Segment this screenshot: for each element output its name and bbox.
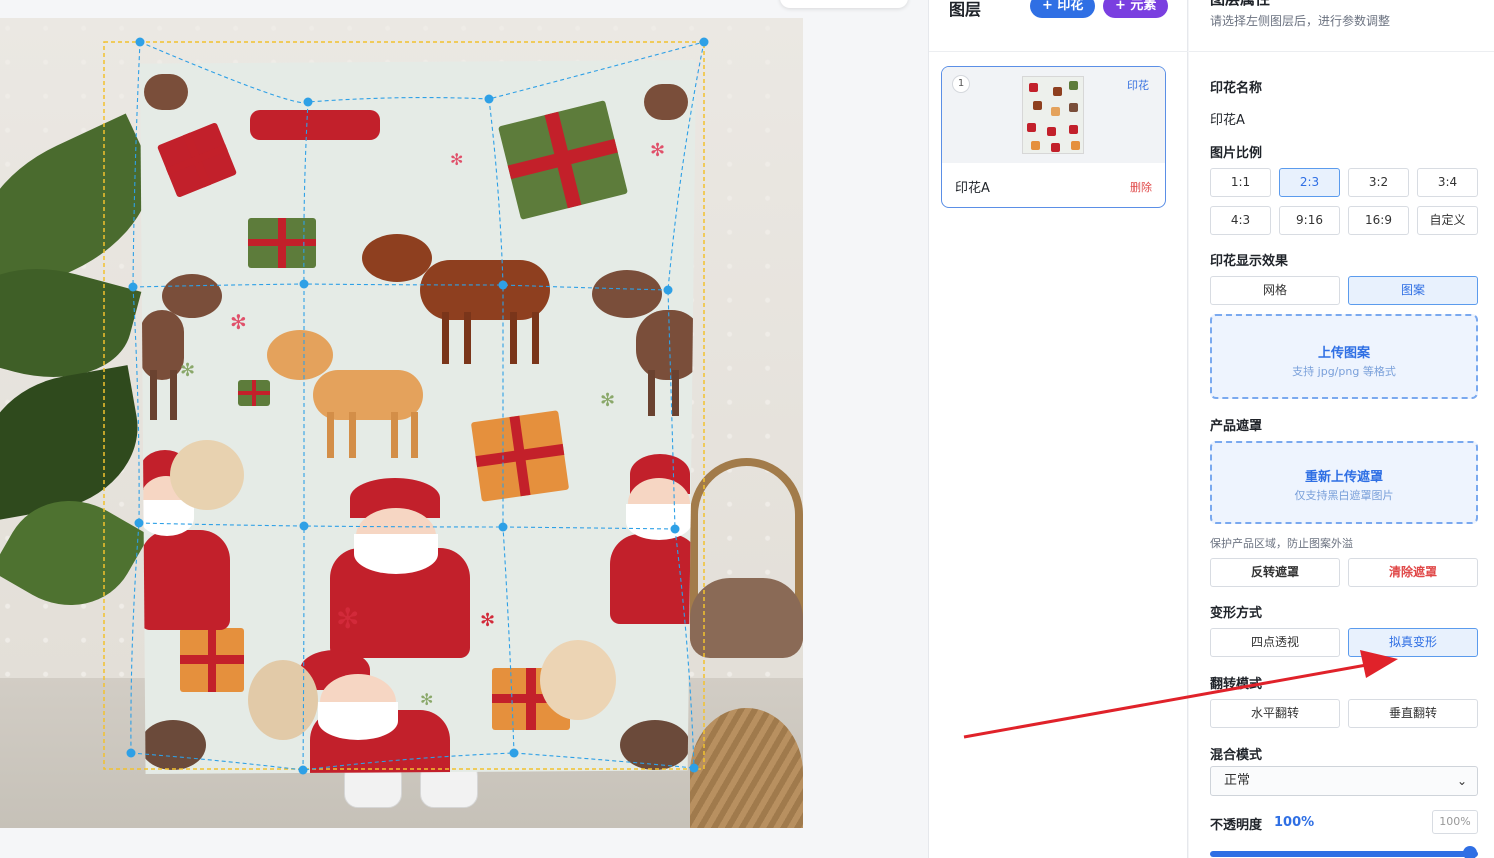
opacity-input[interactable]: 100% xyxy=(1432,810,1478,834)
snowflake-motif: ✻ xyxy=(336,602,360,635)
properties-panel: 图层属性 请选择左侧图层后，进行参数调整 印花名称 印花A 图片比例 1:1 2… xyxy=(1189,0,1494,858)
snowflake-motif: ✻ xyxy=(180,360,196,381)
warp-four-point-button[interactable]: 四点透视 xyxy=(1210,628,1340,657)
ratio-option[interactable]: 1:1 xyxy=(1210,168,1271,197)
display-grid-button[interactable]: 网格 xyxy=(1210,276,1340,305)
chevron-down-icon: ⌄ xyxy=(1456,774,1467,788)
reindeer-motif xyxy=(265,300,435,460)
mask-upload-subtitle: 仅支持黑白遮罩图片 xyxy=(1294,489,1394,502)
upload-pattern-title: 上传图案 xyxy=(1317,346,1370,361)
divider xyxy=(1189,51,1494,52)
display-effect-label: 印花显示效果 xyxy=(1210,254,1289,269)
santa-motif xyxy=(580,454,696,634)
santa-motif xyxy=(290,478,500,678)
mask-upload-title: 重新上传遮罩 xyxy=(1304,470,1383,485)
mask-upload-dropzone[interactable]: 重新上传遮罩 仅支持黑白遮罩图片 xyxy=(1210,441,1478,524)
layers-title: 图层 xyxy=(949,0,982,19)
layer-thumbnail xyxy=(1022,76,1084,154)
mask-note: 保护产品区域，防止图案外溢 xyxy=(1210,537,1353,550)
blend-mode-select[interactable]: 正常 ⌄ xyxy=(1210,766,1478,796)
divider xyxy=(929,51,1188,52)
warp-realistic-button[interactable]: 拟真变形 xyxy=(1348,628,1478,657)
snowflake-motif: ✻ xyxy=(420,690,434,709)
sack-motif xyxy=(248,660,318,740)
opacity-label: 不透明度 xyxy=(1210,818,1263,833)
upload-pattern-subtitle: 支持 jpg/png 等格式 xyxy=(1292,365,1396,378)
reindeer-motif xyxy=(140,60,200,120)
layer-type-tag: 印花 xyxy=(1127,79,1149,92)
ratio-option[interactable]: 3:2 xyxy=(1348,168,1409,197)
canvas-toolbar[interactable] xyxy=(780,0,908,8)
properties-title: 图层属性 xyxy=(1210,0,1270,9)
rattan-chair xyxy=(690,458,803,708)
display-pattern-button[interactable]: 图案 xyxy=(1348,276,1478,305)
ratio-option[interactable]: 3:4 xyxy=(1417,168,1478,197)
invert-mask-button[interactable]: 反转遮罩 xyxy=(1210,558,1340,587)
ratio-option[interactable]: 16:9 xyxy=(1348,206,1409,235)
gift-motif xyxy=(156,122,238,198)
warp-label: 变形方式 xyxy=(1210,606,1263,621)
app-root: ✻ ✻ ✻ ✻ ✻ ✻ ✻ ✻ 图层 + 印花 + 元素 1 印花 印花A 删除… xyxy=(0,0,1494,858)
print-name-label: 印花名称 xyxy=(1210,81,1263,96)
snowflake-motif: ✻ xyxy=(450,150,464,169)
reindeer-motif xyxy=(140,250,230,420)
snowflake-motif: ✻ xyxy=(480,610,496,631)
santa-motif xyxy=(250,100,380,160)
layer-item[interactable]: 1 印花 印花A 删除 xyxy=(941,66,1166,208)
woven-pouf xyxy=(690,708,803,828)
add-element-button[interactable]: + 元素 xyxy=(1103,0,1169,18)
ratio-option-custom[interactable]: 自定义 xyxy=(1417,206,1478,235)
ratio-option-selected[interactable]: 2:3 xyxy=(1279,168,1340,197)
print-name-value[interactable]: 印花A xyxy=(1210,109,1245,128)
snowflake-motif: ✻ xyxy=(650,140,666,161)
product-photo: ✻ ✻ ✻ ✻ ✻ ✻ ✻ ✻ xyxy=(0,18,803,828)
delete-layer-button[interactable]: 删除 xyxy=(1130,179,1152,195)
mask-label: 产品遮罩 xyxy=(1210,419,1263,434)
blend-label: 混合模式 xyxy=(1210,748,1263,763)
gift-motif xyxy=(248,218,316,268)
sack-motif xyxy=(540,640,616,720)
layers-panel: 图层 + 印花 + 元素 1 印花 印花A 删除 xyxy=(928,0,1188,858)
snowflake-motif: ✻ xyxy=(600,390,616,411)
flip-label: 翻转模式 xyxy=(1210,677,1263,692)
reindeer-motif xyxy=(610,700,696,774)
flip-horizontal-button[interactable]: 水平翻转 xyxy=(1210,699,1340,728)
ratio-option[interactable]: 4:3 xyxy=(1210,206,1271,235)
opacity-slider-thumb[interactable] xyxy=(1463,846,1477,858)
flip-vertical-button[interactable]: 垂直翻转 xyxy=(1348,699,1478,728)
upload-pattern-dropzone[interactable]: 上传图案 支持 jpg/png 等格式 xyxy=(1210,314,1478,399)
canvas-area[interactable]: ✻ ✻ ✻ ✻ ✻ ✻ ✻ ✻ xyxy=(0,0,928,858)
blanket-print[interactable]: ✻ ✻ ✻ ✻ ✻ ✻ ✻ ✻ xyxy=(140,60,696,774)
opacity-slider-track[interactable] xyxy=(1210,851,1478,857)
reindeer-motif xyxy=(140,700,210,774)
layer-name: 印花A xyxy=(955,181,990,196)
snowflake-motif: ✻ xyxy=(230,310,247,334)
layer-index: 1 xyxy=(952,75,970,93)
properties-hint: 请选择左侧图层后，进行参数调整 xyxy=(1210,14,1391,28)
opacity-value: 100% xyxy=(1274,815,1315,830)
ratio-option[interactable]: 9:16 xyxy=(1279,206,1340,235)
ratio-label: 图片比例 xyxy=(1210,146,1263,161)
blend-mode-value: 正常 xyxy=(1224,773,1251,788)
add-print-button[interactable]: + 印花 xyxy=(1030,0,1096,18)
clear-mask-button[interactable]: 清除遮罩 xyxy=(1348,558,1478,587)
reindeer-motif xyxy=(640,70,696,130)
sack-motif xyxy=(170,440,244,510)
